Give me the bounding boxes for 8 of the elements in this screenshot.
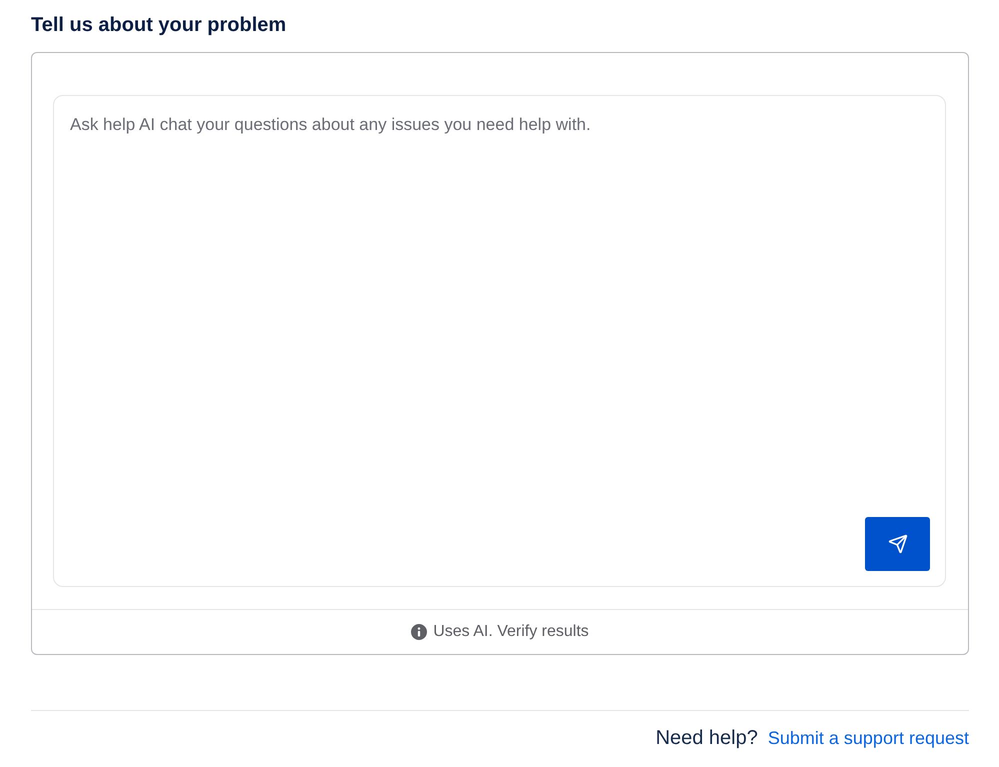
support-request-link[interactable]: Submit a support request — [768, 728, 969, 749]
help-prompt: Need help? — [656, 727, 758, 750]
chat-input-field[interactable]: Ask help AI chat your questions about any issues you need help with. — [53, 95, 946, 587]
section-heading: Tell us about your problem — [31, 13, 286, 38]
send-button[interactable] — [865, 517, 930, 571]
ai-disclaimer: Uses AI. Verify results — [433, 623, 589, 641]
info-icon — [411, 624, 428, 640]
paper-plane-icon — [888, 534, 908, 554]
